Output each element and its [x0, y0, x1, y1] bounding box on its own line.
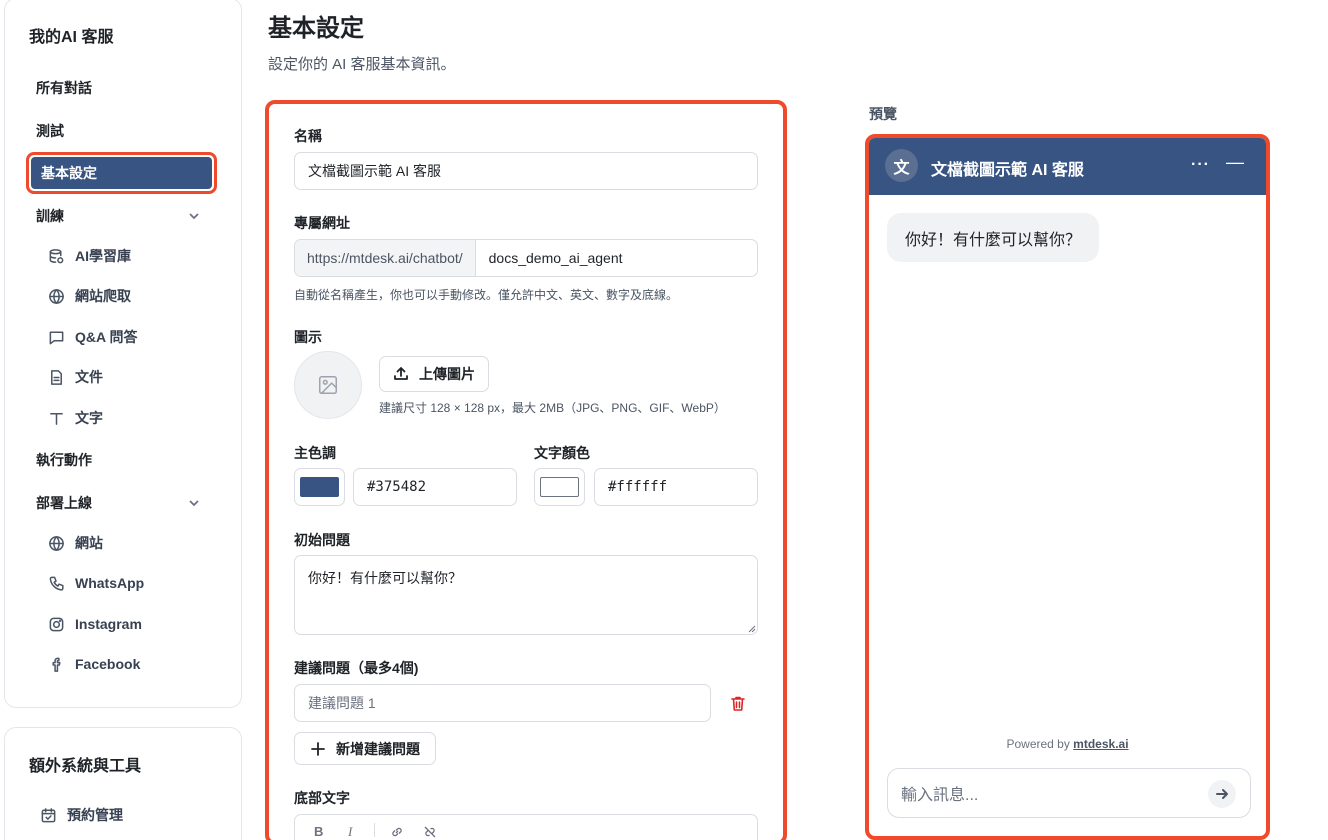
database-icon: [49, 248, 64, 263]
sidebar-title: 我的AI 客服: [29, 29, 114, 46]
sidebar-item-all-conversations[interactable]: 所有對話: [36, 78, 92, 98]
document-icon: [51, 369, 62, 385]
send-button[interactable]: [1208, 780, 1236, 808]
extra-tools-title: 額外系統與工具: [29, 758, 142, 775]
sidebar-item-test[interactable]: 測試: [36, 121, 64, 141]
url-prefix: https://mtdesk.ai/chatbot/: [295, 240, 476, 276]
sidebar-item-label: WhatsApp: [75, 575, 145, 591]
plus-icon: [311, 741, 325, 756]
sidebar-item-website-crawl[interactable]: 網站爬取: [48, 285, 131, 307]
url-slug-input[interactable]: docs_demo_ai_agent: [476, 250, 636, 266]
chat-header: 文 文檔截圖示範 AI 客服 ··· —: [869, 138, 1266, 195]
primary-color-fill: [300, 477, 339, 497]
sidebar-item-label: Facebook: [75, 656, 141, 672]
text-icon: [50, 412, 63, 425]
bold-icon[interactable]: B: [314, 824, 323, 839]
chat-input-placeholder: 輸入訊息...: [901, 787, 979, 804]
sidebar-item-label: 文件: [75, 369, 103, 385]
upload-hint: 建議尺寸 128 × 128 px，最大 2MB（JPG、PNG、GIF、Web…: [379, 401, 726, 415]
preview-label: 預覽: [869, 106, 897, 122]
initial-question-textarea[interactable]: 你好！有什麼可以幫你？: [294, 555, 758, 635]
url-label: 專屬網址: [294, 215, 350, 231]
chevron-down-icon[interactable]: [187, 209, 201, 223]
globe-icon: [49, 288, 64, 304]
sidebar-item-label: 文字: [75, 410, 103, 426]
instagram-icon: [49, 617, 64, 631]
image-icon: [319, 376, 337, 394]
text-color-fill: [540, 477, 579, 497]
minimize-icon[interactable]: —: [1226, 152, 1244, 173]
name-input[interactable]: 文檔截圖示範 AI 客服: [294, 152, 758, 190]
initial-question-label: 初始問題: [294, 532, 350, 548]
text-color-swatch[interactable]: [534, 468, 585, 506]
add-suggested-question-label: 新增建議問題: [336, 740, 420, 757]
name-label: 名稱: [294, 128, 322, 144]
chat-bubble-icon: [49, 331, 64, 344]
primary-color-input[interactable]: #375482: [353, 468, 517, 506]
powered-by: Powered by mtdesk.ai: [869, 737, 1266, 751]
primary-color-swatch[interactable]: [294, 468, 345, 506]
chat-message-input[interactable]: 輸入訊息...: [887, 768, 1251, 818]
sidebar-item-label: 網站爬取: [75, 288, 131, 304]
sidebar-item-instagram[interactable]: Instagram: [48, 613, 142, 635]
add-suggested-question-button[interactable]: 新增建議問題: [294, 732, 436, 765]
sidebar-item-facebook[interactable]: Facebook: [48, 653, 140, 675]
sidebar-item-website[interactable]: 網站: [48, 532, 103, 554]
sidebar-item-label: 網站: [75, 535, 103, 551]
more-options-icon[interactable]: ···: [1191, 156, 1210, 174]
url-hint: 自動從名稱產生，你也可以手動修改。僅允許中文、英文、數字及底線。: [294, 288, 679, 302]
sidebar-item-training[interactable]: 訓練: [36, 206, 64, 226]
sidebar-item-whatsapp[interactable]: WhatsApp: [48, 572, 144, 594]
sidebar-item-label: Q&A 問答: [75, 329, 138, 345]
upload-icon: [394, 367, 408, 380]
sidebar-item-deploy[interactable]: 部署上線: [36, 493, 92, 513]
footer-text-label: 底部文字: [294, 790, 350, 806]
page-title: 基本設定: [268, 15, 364, 42]
sidebar-item-ai-library[interactable]: AI學習庫: [48, 245, 131, 267]
globe-icon: [49, 535, 64, 551]
facebook-icon: [52, 657, 61, 672]
resize-handle-icon[interactable]: [747, 624, 756, 633]
chat-title: 文檔截圖示範 AI 客服: [931, 162, 1084, 179]
unlink-icon[interactable]: [423, 825, 437, 839]
arrow-right-icon: [1216, 789, 1228, 799]
powered-by-link[interactable]: mtdesk.ai: [1073, 737, 1128, 751]
icon-placeholder[interactable]: [294, 351, 362, 419]
sidebar-item-label: Instagram: [75, 616, 142, 632]
sidebar-item-documents[interactable]: 文件: [48, 366, 103, 388]
chevron-down-icon[interactable]: [187, 496, 201, 510]
footer-text-editor[interactable]: B I: [294, 814, 758, 840]
calendar-icon: [41, 807, 56, 822]
chat-greeting-bubble: 你好！有什麼可以幫你？: [887, 213, 1100, 262]
icon-label: 圖示: [294, 329, 322, 345]
trash-icon[interactable]: [730, 695, 746, 712]
sidebar-item-basic-settings-label: 基本設定: [31, 157, 212, 189]
suggested-label: 建議問題（最多4個): [294, 660, 419, 676]
sidebar-item-actions[interactable]: 執行動作: [36, 450, 92, 470]
url-field: https://mtdesk.ai/chatbot/ docs_demo_ai_…: [294, 239, 758, 277]
sidebar-item-basic-settings[interactable]: 基本設定: [26, 152, 217, 194]
sidebar-item-booking[interactable]: 預約管理: [40, 804, 123, 826]
powered-by-prefix: Powered by: [1006, 737, 1074, 751]
upload-image-label: 上傳圖片: [419, 366, 475, 382]
text-color-label: 文字顏色: [534, 445, 590, 461]
sidebar-item-label: AI學習庫: [75, 248, 131, 264]
toolbar-divider: [374, 823, 375, 837]
primary-color-label: 主色調: [294, 445, 336, 461]
phone-icon: [49, 576, 64, 591]
sidebar-item-text[interactable]: 文字: [48, 407, 103, 429]
sidebar: 我的AI 客服: [4, 0, 242, 708]
suggested-question-input[interactable]: 建議問題 1: [294, 684, 711, 722]
sidebar-item-qa[interactable]: Q&A 問答: [48, 326, 137, 348]
text-color-input[interactable]: #ffffff: [594, 468, 758, 506]
upload-image-button[interactable]: 上傳圖片: [379, 356, 489, 392]
italic-icon[interactable]: I: [348, 824, 352, 840]
link-icon[interactable]: [390, 825, 404, 839]
sidebar-item-label: 預約管理: [67, 807, 123, 823]
chat-preview: 文 文檔截圖示範 AI 客服 ··· — 你好！有什麼可以幫你？ Powered…: [865, 134, 1270, 840]
chat-avatar: 文: [885, 149, 918, 182]
page-subtitle: 設定你的 AI 客服基本資訊。: [268, 56, 456, 73]
